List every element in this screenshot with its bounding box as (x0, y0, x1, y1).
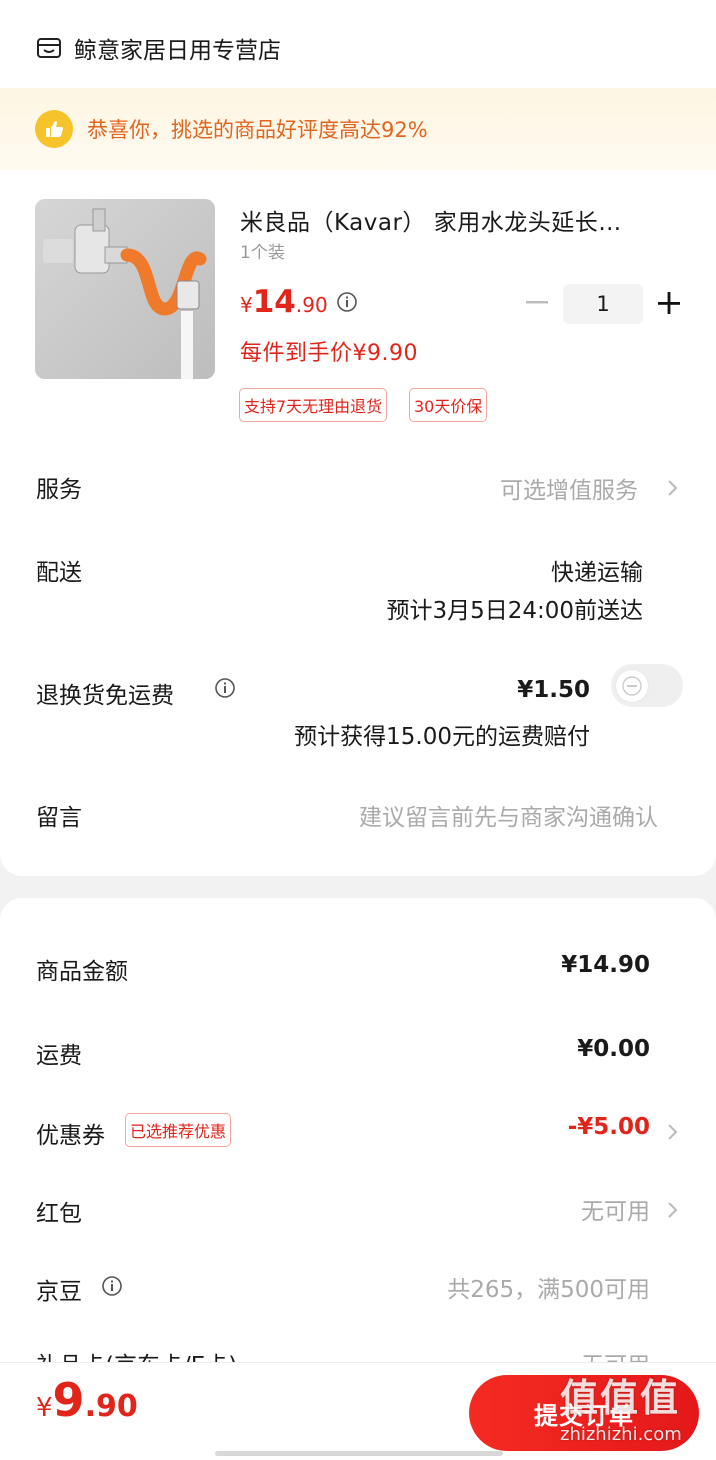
redpacket-label: 红包 (36, 1201, 82, 1227)
shipping-value: ¥0.00 (577, 1036, 650, 1062)
store-name: 鲸意家居日用专营店 (74, 38, 281, 64)
delivery-method[interactable]: 快递运输 (551, 553, 643, 587)
product-spec[interactable]: 1个装 (240, 238, 285, 263)
product-image[interactable] (35, 199, 215, 379)
price-protect-tag: 30天价保 (409, 388, 488, 422)
praise-banner: 恭喜你，挑选的商品好评度高达92% (0, 88, 716, 170)
return-insurance-label: 退换货免运费 (36, 683, 174, 709)
chevron-right-icon[interactable] (666, 477, 680, 499)
return-insurance-note: 预计获得15.00元的运费赔付 (294, 724, 590, 750)
info-icon[interactable] (214, 677, 236, 699)
coupon-label: 优惠券 (36, 1123, 105, 1149)
product-price: ¥ 14 .90 (240, 284, 328, 320)
total-decimal: .90 (84, 1389, 138, 1424)
price-currency: ¥ (240, 293, 253, 317)
quantity-decrease-button[interactable] (522, 286, 552, 320)
coupon-badge: 已选推荐优惠 (125, 1113, 232, 1147)
info-icon[interactable] (101, 1275, 123, 1297)
store-icon (36, 35, 62, 61)
hand-price: 每件到手价¥9.90 (240, 341, 418, 366)
home-indicator[interactable] (215, 1451, 503, 1456)
jingdou-value: 共265，满500可用 (447, 1277, 650, 1303)
message-input[interactable]: 建议留言前先与商家沟通确认 (359, 798, 658, 832)
chevron-right-icon[interactable] (666, 1199, 680, 1221)
coupon-value[interactable]: -¥5.00 (568, 1114, 650, 1140)
chevron-right-icon[interactable] (666, 1121, 680, 1143)
total-currency: ¥ (36, 1393, 53, 1423)
total-price: ¥ 9 .90 (36, 1373, 138, 1427)
service-label: 服务 (36, 477, 82, 503)
return-policy-tag: 支持7天无理由退货 (239, 388, 388, 422)
total-integer: 9 (52, 1373, 85, 1427)
return-insurance-price: ¥1.50 (517, 677, 590, 703)
price-info-icon[interactable] (336, 291, 358, 313)
watermark-main: 值值值 (560, 1376, 681, 1420)
quantity-stepper[interactable]: 1 (563, 284, 643, 324)
checkout-bar: ¥ 9 .90 提交订单 值值值 zhizhizhi.com (0, 1362, 716, 1460)
delivery-eta: 预计3月5日24:00前送达 (386, 598, 643, 624)
quantity-increase-button[interactable] (653, 286, 685, 320)
product-title[interactable]: 米良品（Kavar） 家用水龙头延长… (240, 203, 670, 237)
order-card: 鲸意家居日用专营店 恭喜你，挑选的商品好评度高达92% 米良品（Kavar） 家… (0, 0, 716, 876)
banner-text: 恭喜你，挑选的商品好评度高达92% (87, 118, 428, 142)
watermark-sub: zhizhizhi.com (560, 1424, 682, 1445)
message-label: 留言 (36, 805, 82, 831)
jingdou-label: 京豆 (36, 1279, 82, 1305)
goods-amount-label: 商品金额 (36, 959, 128, 985)
price-integer: 14 (252, 284, 296, 320)
shipping-label: 运费 (36, 1043, 82, 1069)
return-insurance-toggle[interactable] (611, 664, 683, 707)
toggle-knob (616, 670, 648, 702)
delivery-label: 配送 (36, 560, 82, 586)
goods-amount-value: ¥14.90 (561, 952, 650, 978)
price-decimal: .90 (295, 293, 328, 317)
redpacket-value[interactable]: 无可用 (581, 1192, 650, 1226)
service-value[interactable]: 可选增值服务 (500, 471, 638, 505)
store-header[interactable]: 鲸意家居日用专营店 (36, 28, 281, 68)
watermark: 值值值 zhizhizhi.com (560, 1367, 710, 1457)
thumbs-up-icon (35, 110, 73, 148)
